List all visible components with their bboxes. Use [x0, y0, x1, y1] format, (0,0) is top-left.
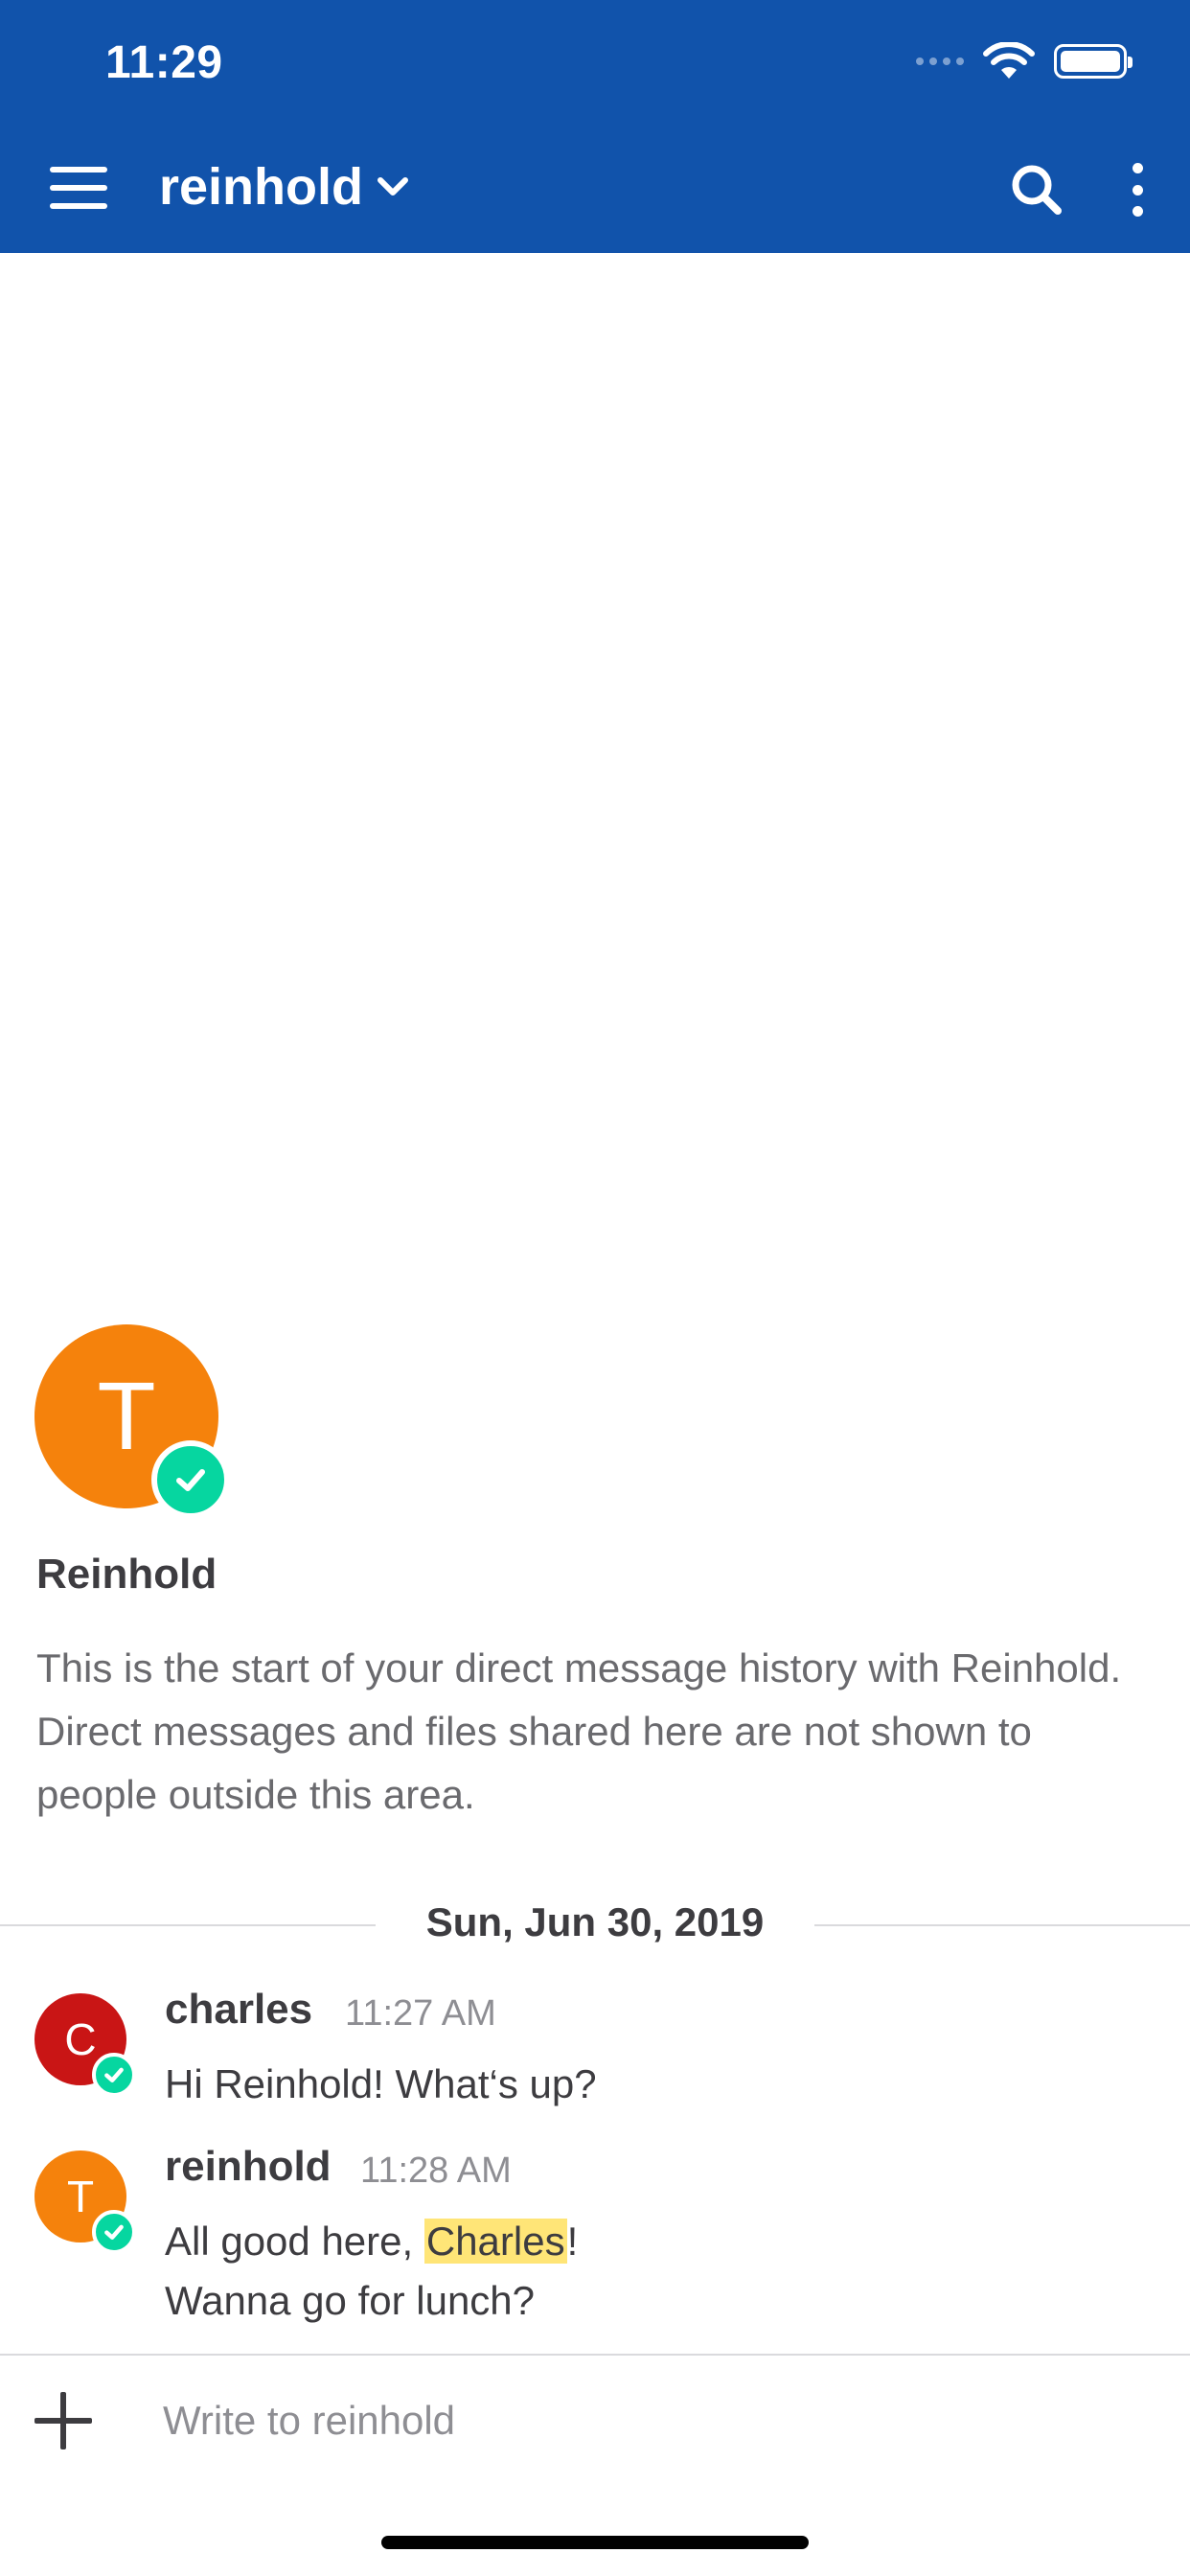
wifi-icon [983, 42, 1035, 79]
divider [814, 1924, 1190, 1926]
battery-icon [1054, 44, 1133, 79]
post-message: All good here, Charles! Wanna go for lun… [165, 2219, 579, 2323]
message-input[interactable] [163, 2382, 1150, 2459]
mention-link[interactable]: Charles [423, 2219, 567, 2264]
status-indicators [916, 42, 1133, 80]
hamburger-icon[interactable] [50, 167, 107, 209]
online-status-icon [92, 2053, 136, 2097]
message-composer [0, 2354, 1190, 2478]
channel-title-button[interactable]: reinhold [159, 157, 409, 217]
screen: 11:29 reinhold T Reinhold This is the st… [0, 0, 1190, 2576]
status-time: 11:29 [105, 37, 223, 88]
intro-name[interactable]: Reinhold [36, 1551, 217, 1598]
signal-icon [916, 58, 964, 65]
search-icon[interactable] [1008, 161, 1065, 218]
post-message: Hi Reinhold! What‘s up? [165, 2061, 597, 2106]
intro-description: This is the start of your direct message… [36, 1645, 1122, 1817]
plus-icon[interactable] [34, 2392, 92, 2450]
chevron-down-icon [378, 177, 408, 196]
date-separator: Sun, Jun 30, 2019 [0, 1898, 1190, 1951]
home-indicator[interactable] [381, 2536, 809, 2549]
header: 11:29 reinhold [0, 0, 1190, 253]
date-separator-label: Sun, Jun 30, 2019 [425, 1899, 765, 1944]
post-author[interactable]: charles [165, 1986, 312, 2034]
online-status-icon [92, 2210, 136, 2254]
online-status-icon [151, 1440, 230, 1519]
divider [0, 1924, 376, 1926]
post-time: 11:27 AM [345, 1993, 496, 2034]
post-author[interactable]: reinhold [165, 2143, 332, 2191]
kebab-icon[interactable] [1123, 161, 1152, 218]
nav-bar: reinhold [0, 144, 1190, 230]
channel-name: reinhold [159, 158, 363, 216]
post-time: 11:28 AM [360, 2150, 512, 2191]
